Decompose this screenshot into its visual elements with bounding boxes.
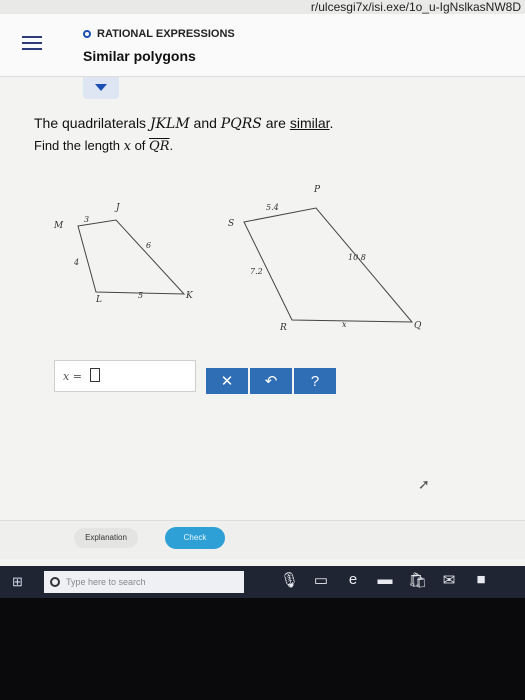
topic-label: RATIONAL EXPRESSIONS — [97, 28, 235, 40]
task-view-icon[interactable]: ▭ — [312, 571, 330, 589]
question-text: Find the length — [34, 138, 124, 153]
mail-icon[interactable]: ✉ — [440, 571, 458, 589]
app-icon[interactable]: ■ — [472, 571, 490, 589]
clear-button[interactable]: ✕ — [206, 368, 248, 394]
answer-field[interactable]: x = — [54, 360, 196, 392]
windows-taskbar: ⊞ Type here to search 🎙 ▭ e ▬ 🛍 ✉ ■ — [0, 566, 525, 598]
question-line-1: The quadrilaterals JKLM and PQRS are sim… — [34, 115, 333, 132]
search-placeholder: Type here to search — [66, 577, 146, 587]
question-text: and — [189, 115, 221, 131]
vertex-k: K — [185, 291, 194, 301]
side-sp: 5.4 — [266, 203, 279, 212]
topic-circle-icon — [83, 30, 91, 38]
chevron-down-icon — [95, 84, 107, 91]
header: RATIONAL EXPRESSIONS Similar polygons — [0, 14, 525, 77]
side-sr: 7.2 — [250, 267, 263, 276]
question-text: . — [329, 115, 334, 131]
quad-pqrs: PQRS — [220, 116, 262, 132]
question-text: are — [261, 115, 290, 131]
url-bar[interactable]: r/ulcesgi7x/isi.exe/1o_u-IgNslkasNW8D — [0, 0, 525, 14]
side-pq: 10.8 — [348, 253, 366, 262]
check-button[interactable]: Check — [165, 527, 225, 549]
taskbar-search[interactable]: Type here to search — [44, 571, 244, 593]
lesson-title: Similar polygons — [83, 48, 196, 64]
side-mj: 3 — [84, 215, 89, 224]
microphone-icon[interactable]: 🎙 — [280, 571, 299, 589]
vertex-m: M — [53, 221, 64, 231]
vertex-s: S — [228, 219, 234, 229]
question-line-2: Find the length x of QR. — [34, 138, 173, 154]
polygons-figure: M J K L 3 6 4 5 S P Q R 5.4 10.8 7.2 x — [53, 185, 422, 333]
side-ml: 4 — [73, 258, 79, 267]
vertex-p: P — [313, 185, 321, 195]
vertex-q: Q — [414, 321, 422, 331]
vertex-r: R — [279, 323, 287, 333]
side-jk: 6 — [146, 241, 151, 250]
mouse-pointer-icon: ➚ — [418, 476, 430, 492]
undo-button[interactable]: ↶ — [250, 368, 292, 394]
variable-x: x — [123, 139, 131, 154]
windows-start-icon[interactable]: ⊞ — [12, 574, 23, 590]
segment-qr: QR — [149, 139, 170, 154]
question-text: of — [130, 138, 150, 153]
explanation-button[interactable]: Explanation — [74, 528, 138, 548]
quad-pqrs-shape: S P Q R 5.4 10.8 7.2 x — [228, 185, 422, 333]
vertex-l: L — [95, 295, 102, 305]
edge-browser-icon[interactable]: e — [344, 571, 362, 589]
similar-link[interactable]: similar — [290, 115, 330, 131]
store-icon[interactable]: 🛍 — [408, 571, 427, 589]
question-text: . — [169, 138, 174, 153]
screen: r/ulcesgi7x/isi.exe/1o_u-IgNslkasNW8D RA… — [0, 0, 525, 598]
help-button[interactable]: ? — [294, 368, 336, 394]
cortana-icon — [50, 577, 60, 587]
vertex-j: J — [114, 203, 121, 213]
folder-icon[interactable]: ▬ — [376, 571, 394, 589]
side-rq: x — [342, 320, 347, 329]
answer-toolbar: ✕ ↶ ? — [206, 368, 336, 394]
quad-jklm-shape: M J K L 3 6 4 5 — [53, 203, 194, 305]
answer-input[interactable] — [90, 368, 100, 382]
taskbar-icons: 🎙 ▭ e ▬ 🛍 ✉ ■ — [280, 571, 490, 589]
quad-jklm: JKLM — [149, 116, 190, 132]
side-lk: 5 — [138, 291, 143, 300]
topic-title: RATIONAL EXPRESSIONS — [83, 28, 235, 40]
question-text: The quadrilaterals — [34, 115, 150, 131]
menu-icon[interactable] — [22, 32, 42, 52]
expand-toggle[interactable] — [83, 77, 119, 99]
answer-label: x = — [63, 370, 82, 383]
